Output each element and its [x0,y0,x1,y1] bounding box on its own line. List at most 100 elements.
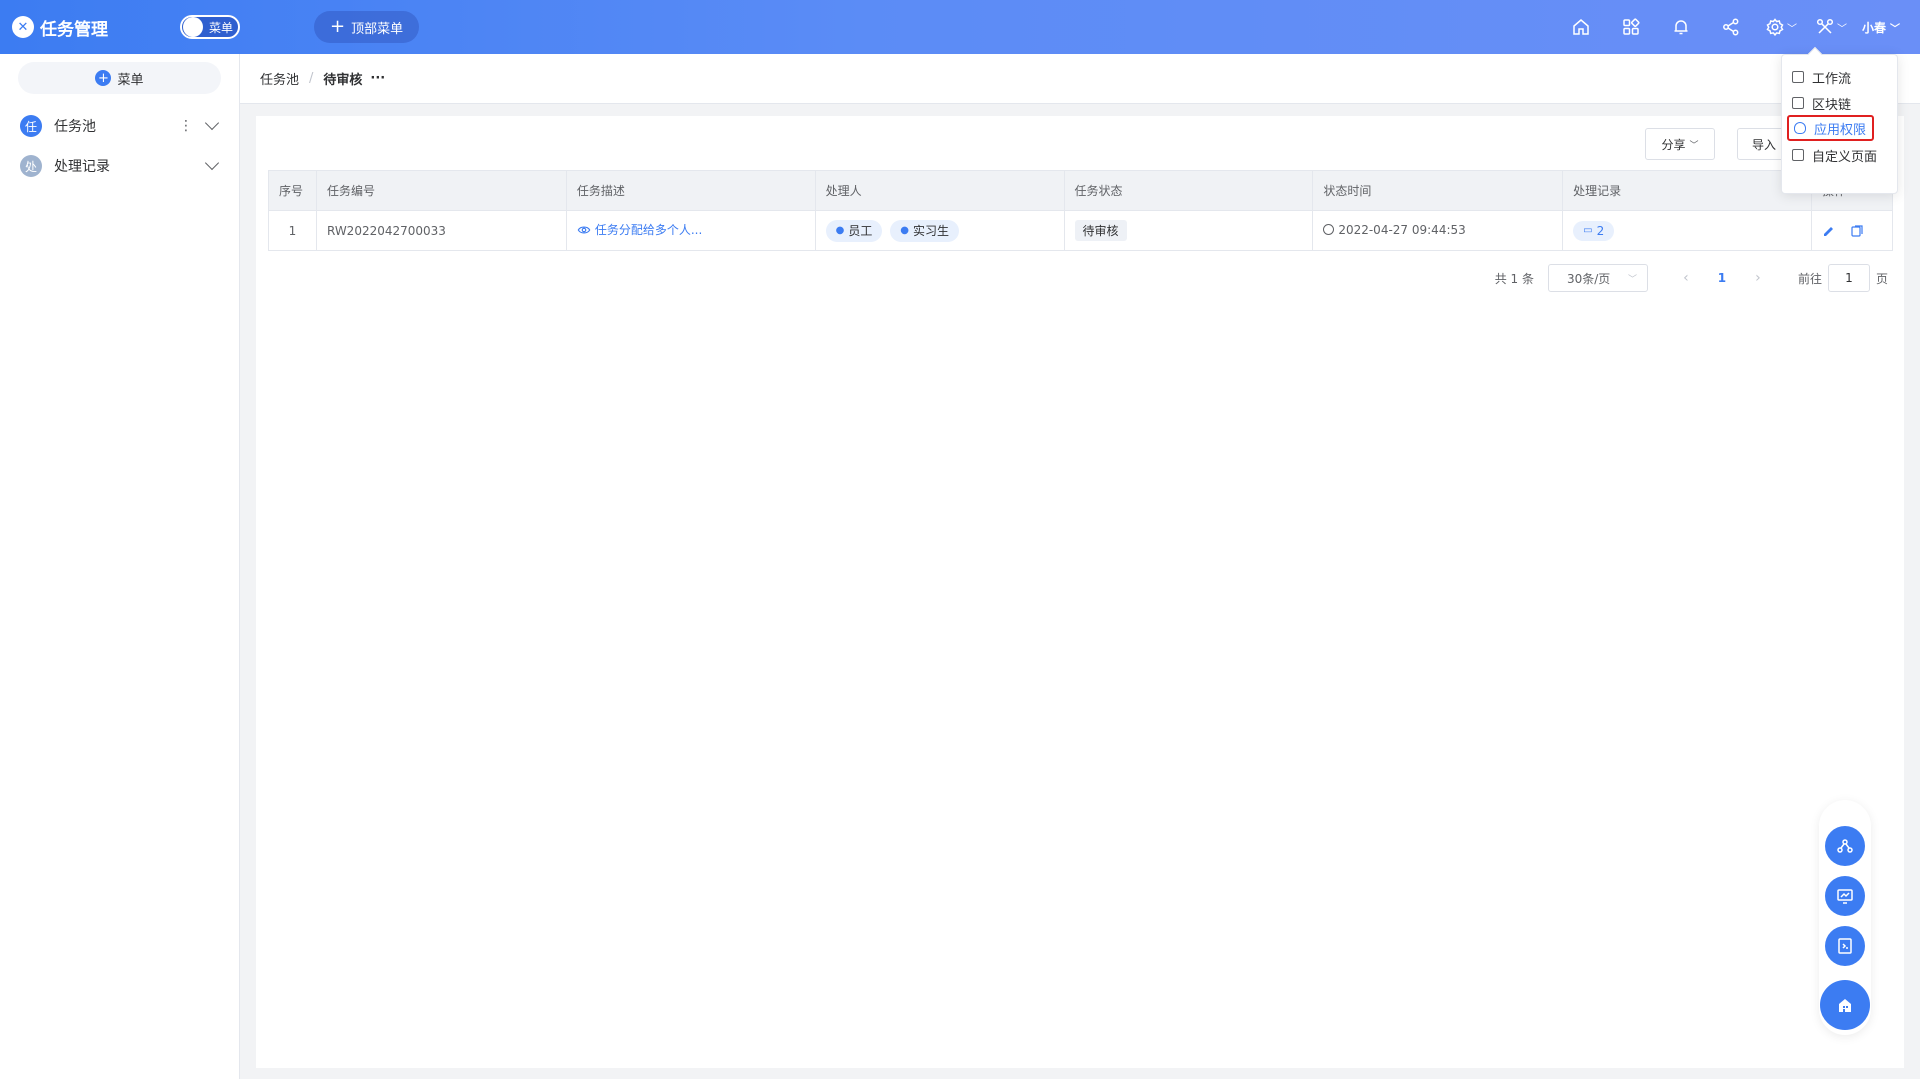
sidebar-menu-button[interactable]: + 菜单 [18,62,221,94]
more-horizontal-icon[interactable]: ··· [370,71,385,86]
user-icon: ● [900,225,909,236]
page-number[interactable]: 1 [1704,271,1740,285]
prev-page-button[interactable]: ‹ [1668,270,1704,286]
handlers-cell: ● 员工 ● 实习生 [814,210,1065,251]
user-name: 小春 [1861,20,1886,35]
toggle-knob [183,17,203,37]
home-icon [1573,19,1589,35]
menu-item-label: 应用权限 [1814,122,1867,138]
sidebar-item-task-pool[interactable]: 任 任务池 ⋮ [0,106,239,146]
menu-item-custom-page[interactable]: 自定义页面 [1792,143,1877,167]
floating-toolbar [1819,800,1871,1035]
settings-icon [1766,18,1784,37]
float-home-button[interactable] [1820,980,1870,1030]
float-monitor-button[interactable] [1825,876,1865,916]
menu-item-app-permissions[interactable]: 应用权限 [1787,115,1875,141]
row-index: 1 [268,210,317,251]
app-logo[interactable]: ✕ 任务管理 [12,15,162,40]
column-header[interactable]: 处理记录 [1562,170,1812,211]
bell-icon [1674,20,1688,35]
plus-icon: + [330,16,346,37]
task-description-text: 任务分配给多个人... [594,223,703,238]
records-cell: ▭ 2 [1562,210,1812,251]
column-header[interactable]: 处理人 [814,170,1065,211]
actions-cell [1810,210,1894,251]
next-page-button[interactable]: › [1740,270,1776,286]
user-icon: ● [835,225,845,236]
float-code-button[interactable] [1825,926,1865,966]
column-header[interactable]: 序号 [268,170,317,211]
tools-dropdown-button[interactable]: ﹀ [1806,0,1856,54]
import-button-label: 导入 [1752,137,1777,152]
sidebar-menu-label: 菜单 [117,72,144,88]
tools-dropdown-menu: 工作流 区块链 应用权限 自定义页面 [1781,46,1898,194]
app-logo-icon: ✕ [12,16,34,38]
column-header[interactable]: 状态时间 [1312,170,1564,211]
sidebar-item-avatar: 任 [20,115,42,137]
status-cell: 待审核 [1063,210,1314,251]
goto-page-input[interactable]: 1 [1827,264,1870,292]
column-header[interactable]: 任务描述 [565,170,816,211]
chevron-down-icon: ﹀ [1786,23,1797,35]
breadcrumb-current: 待审核 [323,73,363,88]
building-icon [1839,999,1851,1012]
records-count-badge[interactable]: ▭ 2 [1573,220,1615,241]
handler-tag: ● 员工 [825,219,883,242]
chevron-down-icon[interactable] [204,115,220,131]
apps-button[interactable] [1606,0,1656,54]
apps-icon [1623,18,1640,35]
plus-circle-icon: + [95,70,112,86]
content-card: 分享 ﹀ 导入 序号 任务编号 任务描述 处理人 任务状态 状态时间 处理记录 … [256,116,1904,1068]
comment-icon: ▭ [1583,225,1593,236]
task-number: RW2022042700033 [315,210,567,251]
task-table: 序号 任务编号 任务描述 处理人 任务状态 状态时间 处理记录 操作 1 RW2… [268,170,1894,251]
column-header[interactable]: 任务状态 [1063,170,1314,211]
share-button-label: 分享 [1661,137,1686,152]
share-button[interactable] [1706,0,1756,54]
table-header-row: 序号 任务编号 任务描述 处理人 任务状态 状态时间 处理记录 操作 [268,170,1894,211]
share-icon [1723,18,1739,36]
top-menu-button[interactable]: + 顶部菜单 [314,11,420,43]
page-size-value: 30条/页 [1566,271,1611,286]
handler-name: 员工 [848,224,873,238]
status-badge: 待审核 [1074,220,1127,241]
task-description-link[interactable]: 任务分配给多个人... [577,221,702,238]
page-suffix: 页 [1875,271,1888,286]
user-menu[interactable]: 小春 ﹀ [1862,19,1900,36]
menu-item-label: 自定义页面 [1812,149,1878,165]
column-header[interactable]: 任务编号 [315,170,567,211]
breadcrumb-item[interactable]: 任务池 [260,69,299,88]
menu-toggle-switch[interactable]: 菜单 [180,15,240,39]
menu-item-workflow[interactable]: 工作流 [1792,65,1851,89]
sidebar-item-avatar: 处 [20,155,42,177]
chevron-down-icon: ﹀ [1627,274,1637,285]
handler-name: 实习生 [912,224,949,238]
chevron-down-icon[interactable] [204,155,220,171]
more-vertical-icon[interactable]: ⋮ [179,118,193,134]
menu-item-blockchain[interactable]: 区块链 [1792,91,1851,115]
copy-icon[interactable] [1850,224,1864,238]
sidebar: + 菜单 任 任务池 ⋮ 处 处理记录 [0,54,240,1079]
menu-item-label: 工作流 [1812,71,1852,87]
eye-icon [577,226,591,234]
clock-icon [1323,224,1335,236]
notifications-button[interactable] [1656,0,1706,54]
task-description-cell: 任务分配给多个人... [565,210,816,251]
shield-icon [1794,122,1806,134]
app-name: 任务管理 [40,19,108,40]
home-button[interactable] [1556,0,1606,54]
menu-item-label: 区块链 [1812,97,1852,113]
table-row[interactable]: 1 RW2022042700033 任务分配给多个人... ● 员工 ● 实习生 待… [268,210,1894,251]
code-doc-icon [1838,938,1852,954]
share-dropdown-button[interactable]: 分享 ﹀ [1645,128,1715,160]
pagination-total: 共 1 条 [1494,271,1534,286]
blockchain-icon [1792,97,1804,109]
sidebar-item-records[interactable]: 处 处理记录 [0,146,239,186]
page-size-select[interactable]: 30条/页 ﹀ [1547,264,1648,292]
page-icon [1792,149,1804,161]
chevron-down-icon: ﹀ [1836,23,1847,35]
toggle-label: 菜单 [209,20,234,35]
settings-dropdown-button[interactable]: ﹀ [1756,0,1806,54]
edit-icon[interactable] [1822,224,1836,238]
float-settings-button[interactable] [1825,826,1865,866]
